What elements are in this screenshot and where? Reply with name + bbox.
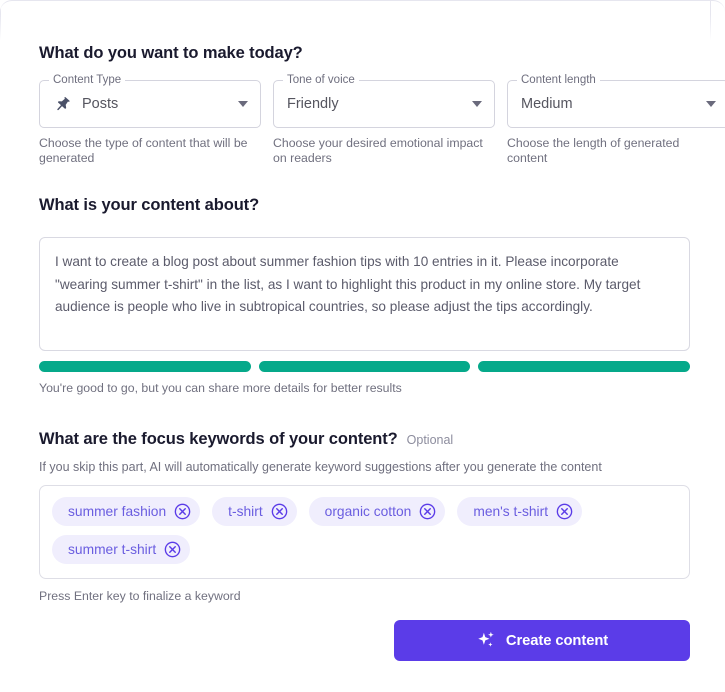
content-strength-message: You're good to go, but you can share mor… bbox=[39, 381, 402, 395]
keywords-subtext: If you skip this part, AI will automatic… bbox=[39, 460, 602, 474]
keywords-heading-row: What are the focus keywords of your cont… bbox=[39, 430, 453, 449]
make-today-heading: What do you want to make today? bbox=[39, 44, 303, 62]
keyword-chip-label: summer fashion bbox=[68, 504, 167, 519]
strength-segment-1 bbox=[39, 361, 251, 372]
chevron-down-icon[interactable] bbox=[238, 101, 248, 107]
close-circle-icon[interactable] bbox=[271, 503, 288, 520]
tone-of-voice-group: Tone of voice Friendly Choose your desir… bbox=[273, 74, 495, 165]
content-description-value: I want to create a blog post about summe… bbox=[55, 254, 641, 314]
pushpin-icon bbox=[57, 96, 70, 110]
sparkles-icon bbox=[478, 631, 494, 647]
keyword-chip-label: summer t-shirt bbox=[68, 542, 157, 557]
content-type-group: Content Type Posts Choose the type of co… bbox=[39, 74, 261, 165]
options-row: Content Type Posts Choose the type of co… bbox=[39, 74, 725, 165]
keyword-chip[interactable]: organic cotton bbox=[308, 497, 446, 526]
strength-segment-2 bbox=[258, 361, 471, 372]
content-length-select[interactable]: Content length Medium bbox=[507, 74, 725, 128]
strength-segment-3 bbox=[478, 361, 691, 372]
content-length-value: Medium bbox=[521, 96, 573, 112]
keyword-chip[interactable]: men's t-shirt bbox=[457, 497, 583, 526]
create-content-button[interactable]: Create content bbox=[394, 620, 690, 661]
keyword-chip[interactable]: summer t-shirt bbox=[52, 535, 191, 564]
chevron-down-icon[interactable] bbox=[706, 101, 716, 107]
content-strength-meter bbox=[39, 361, 691, 372]
keywords-footer-hint: Press Enter key to finalize a keyword bbox=[39, 589, 241, 603]
close-circle-icon[interactable] bbox=[556, 503, 573, 520]
tone-of-voice-select[interactable]: Tone of voice Friendly bbox=[273, 74, 495, 128]
close-circle-icon[interactable] bbox=[419, 503, 436, 520]
keywords-input-box[interactable]: summer fashion t-shirt organic cotton me… bbox=[39, 485, 690, 579]
content-type-label: Content Type bbox=[49, 74, 126, 87]
tone-of-voice-value: Friendly bbox=[287, 96, 339, 112]
keyword-chip[interactable]: summer fashion bbox=[52, 497, 201, 526]
content-description-input[interactable]: I want to create a blog post about summe… bbox=[39, 237, 690, 351]
close-circle-icon[interactable] bbox=[164, 541, 181, 558]
content-length-help: Choose the length of generated content bbox=[507, 136, 680, 165]
content-about-heading: What is your content about? bbox=[39, 196, 260, 214]
tone-of-voice-help: Choose your desired emotional impact on … bbox=[273, 136, 483, 165]
tone-of-voice-label: Tone of voice bbox=[283, 74, 359, 87]
content-type-select[interactable]: Content Type Posts bbox=[39, 74, 261, 128]
content-type-help: Choose the type of content that will be … bbox=[39, 136, 248, 165]
create-content-label: Create content bbox=[505, 632, 609, 649]
keyword-chip-label: t-shirt bbox=[228, 504, 263, 519]
content-length-label: Content length bbox=[517, 74, 600, 87]
content-generator-panel: What do you want to make today? Content … bbox=[0, 0, 725, 692]
keywords-optional-tag: Optional bbox=[406, 433, 454, 447]
close-circle-icon[interactable] bbox=[174, 503, 191, 520]
keywords-heading: What are the focus keywords of your cont… bbox=[39, 430, 398, 448]
keyword-chip-label: men's t-shirt bbox=[473, 504, 549, 519]
keyword-chip-label: organic cotton bbox=[324, 504, 412, 519]
keyword-chip[interactable]: t-shirt bbox=[212, 497, 297, 526]
content-type-value: Posts bbox=[82, 96, 119, 112]
content-length-group: Content length Medium Choose the length … bbox=[507, 74, 725, 165]
chevron-down-icon[interactable] bbox=[472, 101, 482, 107]
